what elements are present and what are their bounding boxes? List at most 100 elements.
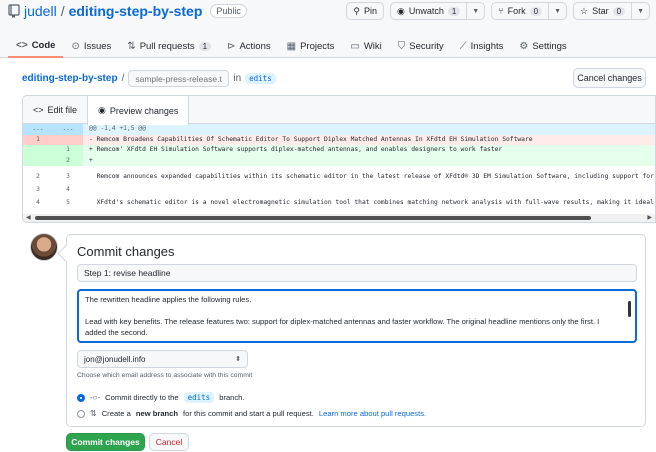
tab-label: Issues (83, 40, 112, 52)
tab-insights[interactable]: ⟋ Insights (452, 34, 512, 58)
description-paragraph: The rewritten headline applies the follo… (85, 295, 252, 304)
visibility-badge: Public (210, 4, 247, 18)
scroll-left-icon[interactable]: ◀ (26, 214, 31, 221)
shield-icon: ⛉ (397, 40, 406, 52)
commit-panel: Commit changes Step 1: revise headline T… (66, 234, 646, 427)
repo-title: judell / editing-step-by-step Public (8, 3, 247, 19)
line-text: Remcom announces expanded capabilities w… (89, 173, 655, 180)
pr-icon: ⇅ (127, 40, 136, 52)
diff-line-deleted: 1 - Remcom Broadens Capabilities Of Sche… (23, 134, 655, 145)
diff-view: ... ... @@ -1,4 +1,5 @@ 1 - Remcom Broad… (23, 124, 655, 209)
eye-icon: ◉ (98, 105, 106, 115)
commit-summary-input[interactable]: Step 1: revise headline (77, 264, 637, 282)
fork-group: ⑂ Fork 0 ▼ (491, 2, 568, 20)
tab-security[interactable]: ⛉ Security (390, 34, 452, 58)
fork-label: Fork (507, 6, 526, 16)
new-line-number (53, 134, 83, 145)
textarea-scrollbar[interactable] (628, 301, 631, 317)
line-number: ... (53, 124, 83, 135)
breadcrumb: editing-step-by-step / in edits (22, 70, 276, 87)
commit-icon: -○- (90, 393, 101, 402)
repo-owner-link[interactable]: judell (24, 3, 57, 19)
cancel-button[interactable]: Cancel (149, 433, 189, 451)
chevron-down-icon: ▼ (472, 7, 480, 15)
editor-tabs: <> Edit file ◉ Preview changes (23, 96, 655, 125)
pin-button[interactable]: ⚲ Pin (346, 2, 384, 20)
select-arrows-icon: ⬍ (235, 356, 241, 363)
new-line-number: 4 (66, 186, 70, 193)
watch-dropdown[interactable]: ▼ (467, 2, 486, 20)
play-icon: ⊳ (227, 40, 236, 52)
pr-icon: ⇅ (90, 409, 97, 418)
radio-new-branch[interactable] (77, 409, 85, 418)
fork-button[interactable]: ⑂ Fork 0 (491, 2, 550, 20)
tab-edit-file[interactable]: <> Edit file (23, 96, 87, 123)
tab-projects[interactable]: ▦ Projects (279, 34, 343, 58)
cancel-changes-button[interactable]: Cancel changes (573, 68, 646, 88)
old-line-number (23, 155, 53, 166)
repo-name-link[interactable]: editing-step-by-step (69, 3, 203, 19)
table-icon: ▦ (286, 40, 297, 52)
diff-line-context: 4 5 XFdtd's schematic editor is a novel … (23, 196, 655, 209)
tab-settings[interactable]: ⚙ Settings (511, 34, 574, 58)
line-text: + Remcom' XFdtd EH Simulation Software s… (89, 146, 503, 153)
tab-code[interactable]: <> Code (8, 34, 64, 58)
email-select[interactable]: jon@jonudell.info ⬍ (77, 350, 248, 368)
commit-description-textarea[interactable]: The rewritten headline applies the follo… (77, 289, 637, 343)
star-dropdown[interactable]: ▼ (632, 2, 650, 20)
line-number: ... (23, 124, 53, 135)
pr-count-badge: 1 (198, 41, 212, 51)
tab-issues[interactable]: ⊙ Issues (63, 34, 119, 58)
graph-icon: ⟋ (459, 40, 467, 52)
code-icon: <> (33, 104, 44, 115)
tab-label: Security (409, 40, 444, 52)
commit-changes-button[interactable]: Commit changes (66, 433, 145, 451)
star-count: 0 (612, 6, 626, 16)
learn-more-link[interactable]: Learn more about pull requests. (319, 409, 426, 418)
old-line-number: 1 (23, 134, 53, 145)
code-icon: <> (16, 39, 28, 51)
tab-label: Pull requests (139, 40, 195, 52)
tab-pull-requests[interactable]: ⇅ Pull requests 1 (119, 34, 219, 58)
branch-prefix: in (233, 73, 242, 84)
filename-input[interactable] (128, 70, 230, 87)
book-icon: ▭ (350, 40, 360, 52)
commit-new-branch-option[interactable]: ⇅ Create a new branch for this commit an… (77, 409, 426, 418)
tab-label: Code (31, 39, 56, 51)
fork-count: 0 (529, 6, 543, 16)
pin-label: Pin (363, 6, 377, 16)
line-text: - Remcom Broadens Capabilities Of Schema… (89, 135, 533, 143)
email-hint: Choose which email address to associate … (77, 372, 253, 379)
chevron-down-icon: ▼ (554, 7, 562, 15)
tab-actions[interactable]: ⊳ Actions (219, 34, 279, 58)
commit-heading: Commit changes (77, 244, 175, 259)
gear-icon: ⚙ (519, 40, 529, 52)
unwatch-label: Unwatch (408, 6, 444, 16)
tab-wiki[interactable]: ▭ Wiki (342, 34, 389, 58)
line-text: + (89, 156, 93, 164)
file-editor: <> Edit file ◉ Preview changes ... ... @… (22, 95, 656, 223)
pin-icon: ⚲ (353, 5, 360, 16)
star-label: Star (592, 6, 609, 16)
scroll-right-icon[interactable]: ▶ (647, 214, 652, 221)
diff-line-added: 2 + (23, 155, 655, 166)
tab-label: Projects (300, 40, 335, 52)
commit-direct-option[interactable]: -○- Commit directly to the edits branch. (77, 392, 245, 403)
repo-icon (8, 4, 20, 18)
tab-preview-changes[interactable]: ◉ Preview changes (87, 96, 190, 125)
scrollbar-thumb[interactable] (35, 216, 591, 220)
star-icon: ☆ (580, 5, 589, 16)
line-text: XFdtd's schematic editor is a novel elec… (89, 199, 655, 206)
tab-label: Insights (470, 40, 504, 52)
fork-dropdown[interactable]: ▼ (549, 2, 568, 20)
tab-label: Settings (532, 40, 567, 52)
fork-icon: ⑂ (498, 6, 504, 16)
radio-commit-direct[interactable] (77, 393, 85, 402)
avatar (30, 233, 58, 261)
unwatch-button[interactable]: ◉ Unwatch 1 (389, 2, 468, 20)
old-line-number: 3 (36, 186, 40, 193)
star-button[interactable]: ☆ Star 0 (573, 2, 633, 20)
option-text: Create a (101, 409, 131, 418)
breadcrumb-repo-link[interactable]: editing-step-by-step (22, 73, 118, 84)
diff-line-added: 1 + Remcom' XFdtd EH Simulation Software… (23, 145, 655, 156)
